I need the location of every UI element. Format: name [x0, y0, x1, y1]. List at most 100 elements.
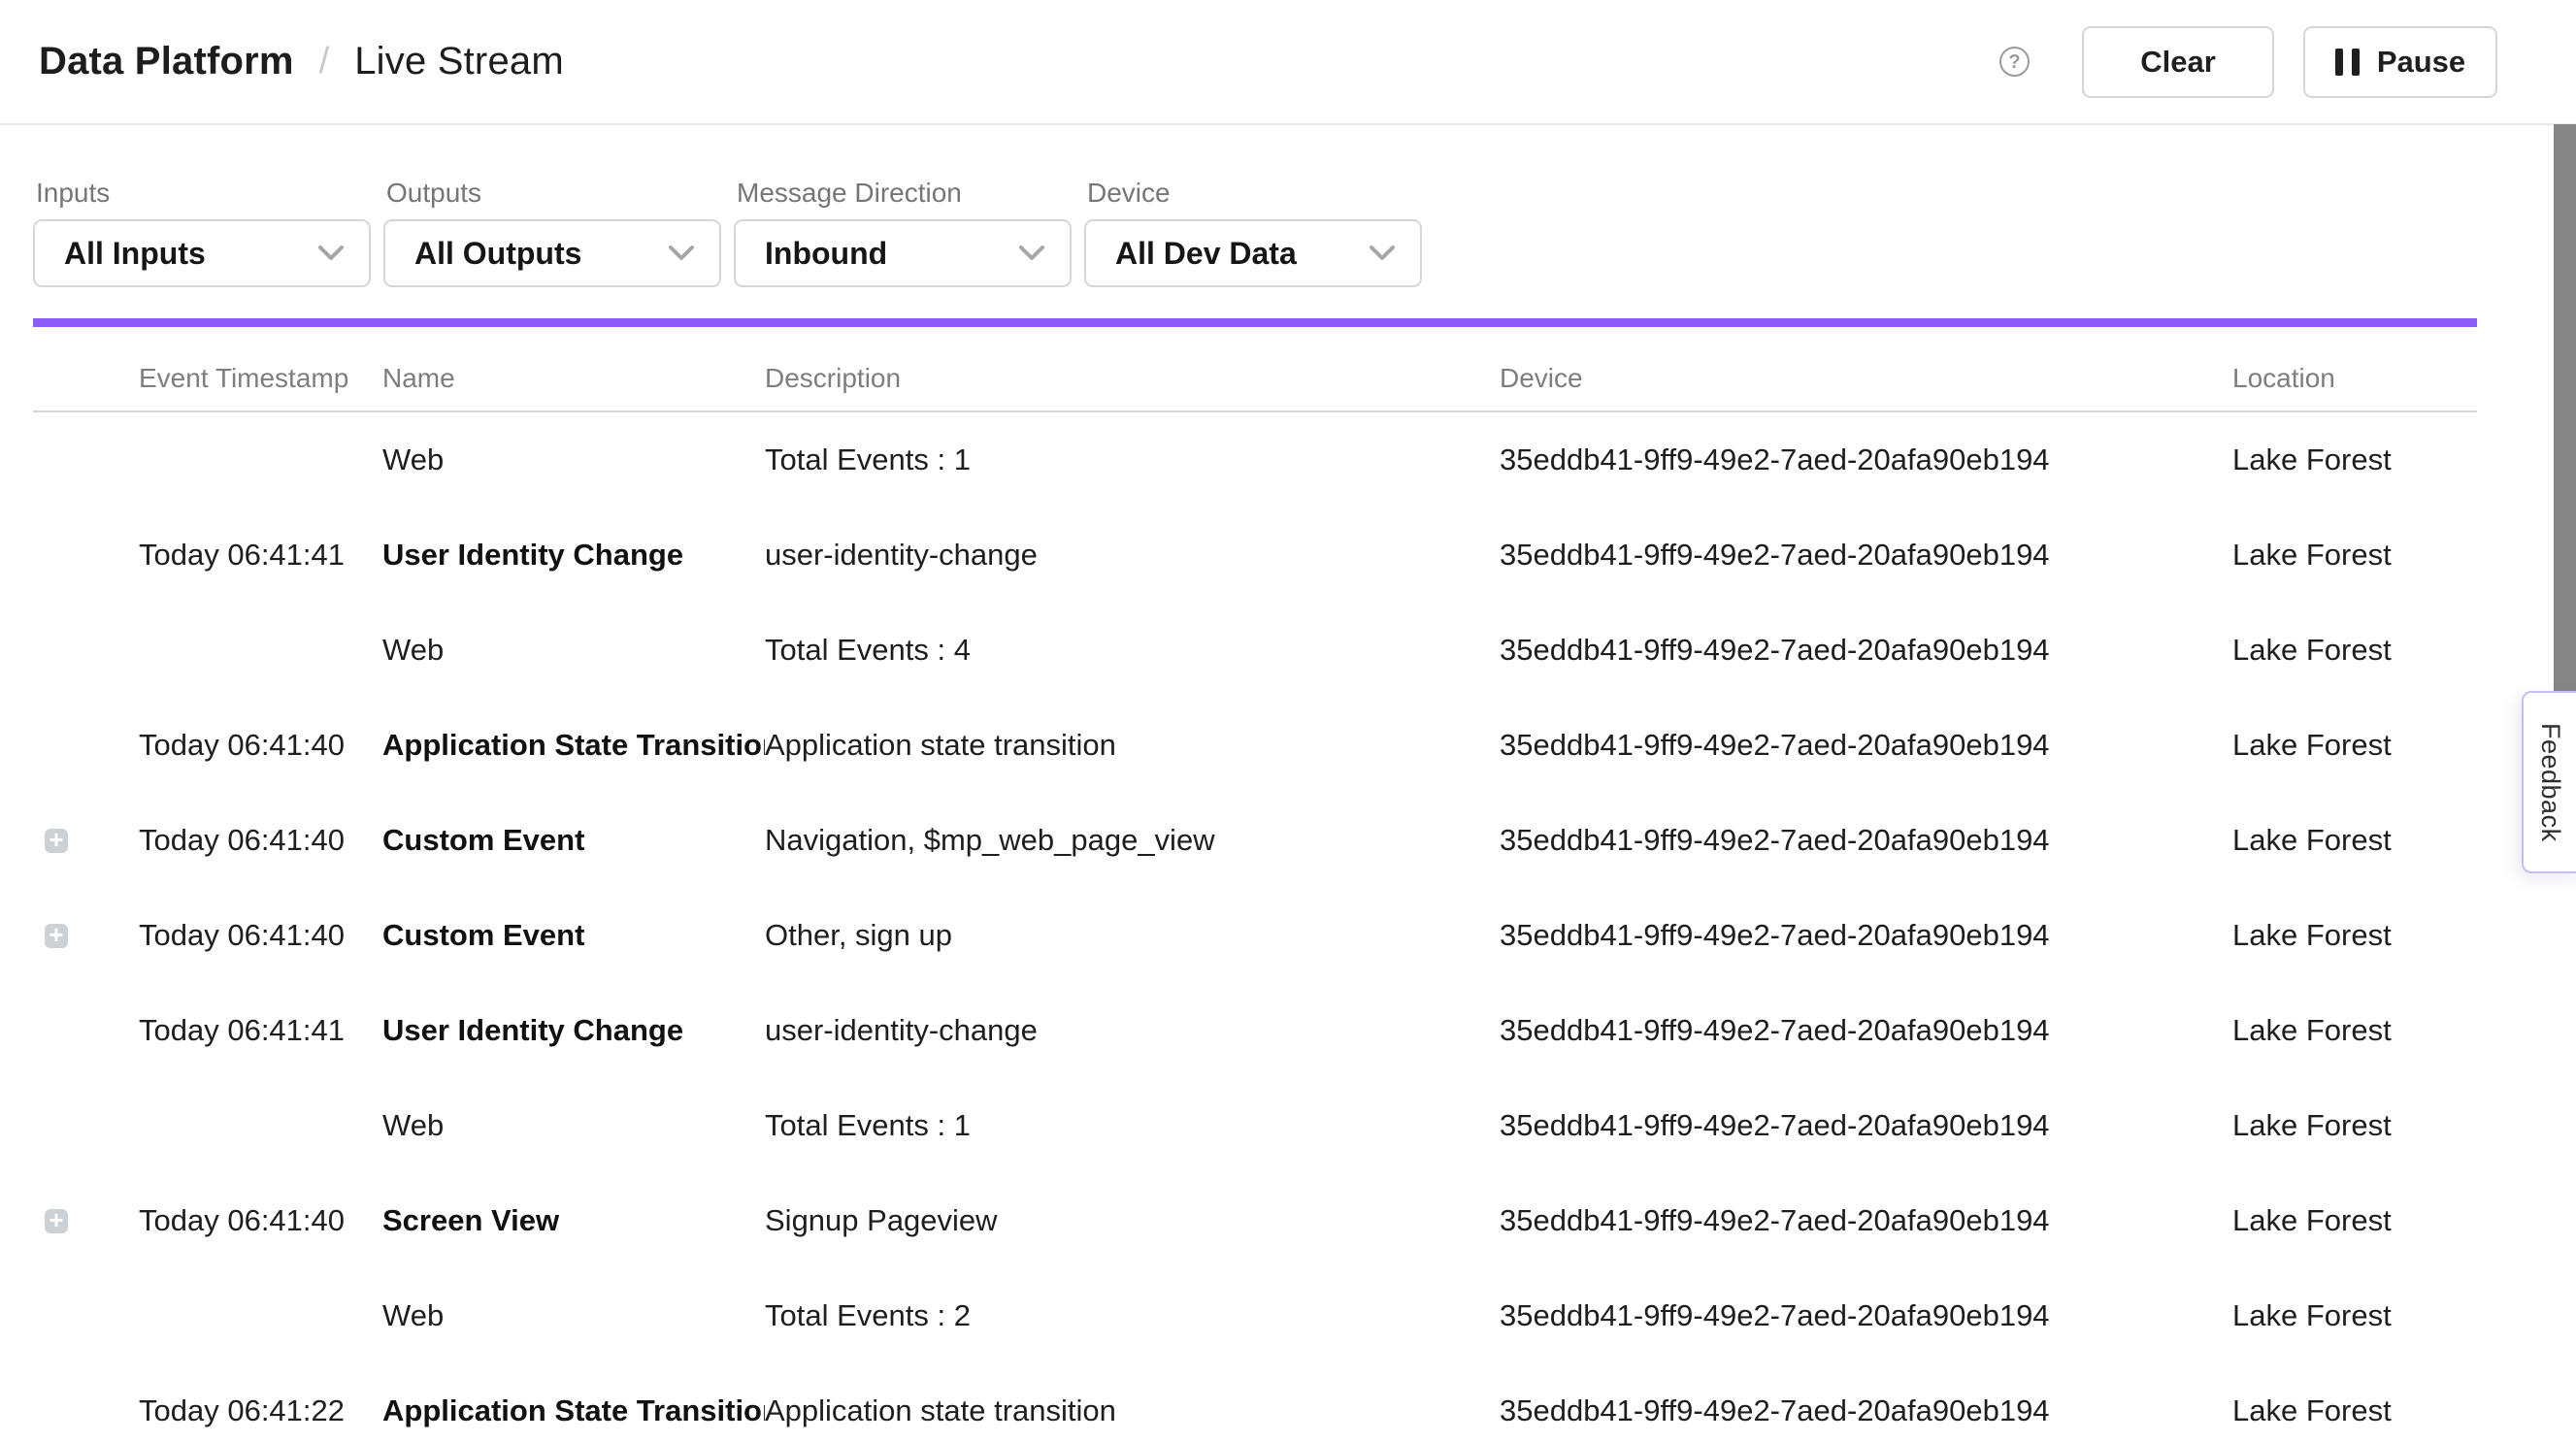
expand-plus-icon[interactable]: + [45, 829, 68, 853]
pause-icon [2335, 49, 2360, 76]
event-name: Custom Event [382, 823, 765, 858]
event-location: Lake Forest [2232, 823, 2477, 858]
device-dropdown-value: All Dev Data [1115, 236, 1297, 272]
event-location: Lake Forest [2232, 918, 2477, 953]
event-table: Event Timestamp Name Description Device … [33, 327, 2477, 1442]
expand-cell: + [33, 829, 139, 853]
event-name: Application State Transition [382, 1393, 765, 1428]
event-device: 35eddb41-9ff9-49e2-7aed-20afa90eb194 [1500, 538, 2232, 573]
expand-plus-icon[interactable]: + [45, 924, 68, 948]
event-location: Lake Forest [2232, 1108, 2477, 1143]
table-row[interactable]: Web Total Events : 1 35eddb41-9ff9-49e2-… [33, 1078, 2477, 1173]
stream-accent-bar [33, 318, 2477, 327]
outputs-dropdown[interactable]: All Outputs [383, 219, 721, 287]
event-location: Lake Forest [2232, 1393, 2477, 1428]
event-timestamp: Today 06:41:40 [139, 918, 382, 953]
event-location: Lake Forest [2232, 1298, 2477, 1333]
event-name: Application State Transition [382, 728, 765, 763]
column-device: Device [1500, 363, 2232, 394]
event-name: Screen View [382, 1203, 765, 1238]
live-stream-page: Data Platform / Live Stream ? Clear Paus… [0, 0, 2576, 1442]
message-direction-dropdown-value: Inbound [765, 236, 887, 272]
message-direction-label: Message Direction [734, 178, 1072, 209]
expand-cell: + [33, 924, 139, 948]
event-timestamp: Today 06:41:40 [139, 823, 382, 858]
table-row[interactable]: Today 06:41:40 Application State Transit… [33, 698, 2477, 793]
event-device: 35eddb41-9ff9-49e2-7aed-20afa90eb194 [1500, 1298, 2232, 1333]
expand-cell: + [33, 1209, 139, 1233]
pause-button-label: Pause [2377, 45, 2465, 80]
filter-bar: Inputs All Inputs Outputs All Outputs Me… [0, 125, 2576, 287]
app-header: Data Platform / Live Stream ? Clear Paus… [0, 0, 2576, 125]
event-location: Lake Forest [2232, 633, 2477, 668]
filter-device: Device All Dev Data [1084, 178, 1422, 287]
device-label: Device [1084, 178, 1422, 209]
table-row[interactable]: Web Total Events : 2 35eddb41-9ff9-49e2-… [33, 1268, 2477, 1363]
event-name: User Identity Change [382, 538, 765, 573]
table-row[interactable]: Web Total Events : 1 35eddb41-9ff9-49e2-… [33, 412, 2477, 508]
inputs-dropdown[interactable]: All Inputs [33, 219, 371, 287]
table-row[interactable]: Today 06:41:41 User Identity Change user… [33, 983, 2477, 1078]
table-row[interactable]: Today 06:41:22 Application State Transit… [33, 1363, 2477, 1442]
event-description: Navigation, $mp_web_page_view [765, 823, 1500, 858]
breadcrumb-data-platform[interactable]: Data Platform [39, 40, 294, 83]
table-header-row: Event Timestamp Name Description Device … [33, 327, 2477, 412]
table-row[interactable]: + Today 06:41:40 Custom Event Navigation… [33, 793, 2477, 888]
clear-button[interactable]: Clear [2082, 26, 2274, 98]
vertical-scrollbar[interactable] [2554, 124, 2576, 723]
page-title: Live Stream [354, 40, 564, 83]
event-name: Custom Event [382, 918, 765, 953]
event-device: 35eddb41-9ff9-49e2-7aed-20afa90eb194 [1500, 1108, 2232, 1143]
feedback-tab[interactable]: Feedback [2522, 691, 2576, 873]
event-device: 35eddb41-9ff9-49e2-7aed-20afa90eb194 [1500, 728, 2232, 763]
column-location: Location [2232, 363, 2477, 394]
inputs-dropdown-value: All Inputs [64, 236, 206, 272]
event-description: user-identity-change [765, 1013, 1500, 1048]
event-location: Lake Forest [2232, 728, 2477, 763]
outputs-dropdown-value: All Outputs [414, 236, 581, 272]
chevron-down-icon [1370, 246, 1395, 261]
event-device: 35eddb41-9ff9-49e2-7aed-20afa90eb194 [1500, 633, 2232, 668]
message-direction-dropdown[interactable]: Inbound [734, 219, 1072, 287]
event-description: Total Events : 1 [765, 1108, 1500, 1143]
help-icon[interactable]: ? [1999, 47, 2030, 77]
chevron-down-icon [1019, 246, 1044, 261]
event-description: Total Events : 1 [765, 442, 1500, 477]
device-dropdown[interactable]: All Dev Data [1084, 219, 1422, 287]
inputs-label: Inputs [33, 178, 371, 209]
event-device: 35eddb41-9ff9-49e2-7aed-20afa90eb194 [1500, 918, 2232, 953]
outputs-label: Outputs [383, 178, 721, 209]
expand-plus-icon[interactable]: + [45, 1209, 68, 1233]
event-location: Lake Forest [2232, 1203, 2477, 1238]
table-row[interactable]: + Today 06:41:40 Screen View Signup Page… [33, 1173, 2477, 1268]
table-row[interactable]: + Today 06:41:40 Custom Event Other, sig… [33, 888, 2477, 983]
event-name: Web [382, 1108, 765, 1143]
breadcrumb: Data Platform / Live Stream [39, 40, 564, 83]
event-device: 35eddb41-9ff9-49e2-7aed-20afa90eb194 [1500, 1013, 2232, 1048]
table-row[interactable]: Web Total Events : 4 35eddb41-9ff9-49e2-… [33, 603, 2477, 698]
event-timestamp: Today 06:41:40 [139, 728, 382, 763]
event-device: 35eddb41-9ff9-49e2-7aed-20afa90eb194 [1500, 823, 2232, 858]
event-location: Lake Forest [2232, 1013, 2477, 1048]
chevron-down-icon [669, 246, 694, 261]
filter-outputs: Outputs All Outputs [383, 178, 721, 287]
event-timestamp: Today 06:41:41 [139, 1013, 382, 1048]
event-location: Lake Forest [2232, 442, 2477, 477]
event-device: 35eddb41-9ff9-49e2-7aed-20afa90eb194 [1500, 442, 2232, 477]
feedback-tab-label: Feedback [2535, 723, 2565, 842]
table-row[interactable]: Today 06:41:41 User Identity Change user… [33, 508, 2477, 603]
event-description: Total Events : 2 [765, 1298, 1500, 1333]
event-description: Total Events : 4 [765, 633, 1500, 668]
event-device: 35eddb41-9ff9-49e2-7aed-20afa90eb194 [1500, 1203, 2232, 1238]
column-description: Description [765, 363, 1500, 394]
event-device: 35eddb41-9ff9-49e2-7aed-20afa90eb194 [1500, 1393, 2232, 1428]
pause-button[interactable]: Pause [2303, 26, 2497, 98]
event-timestamp: Today 06:41:22 [139, 1393, 382, 1428]
event-timestamp: Today 06:41:40 [139, 1203, 382, 1238]
column-event-timestamp: Event Timestamp [139, 363, 382, 394]
event-description: Other, sign up [765, 918, 1500, 953]
filter-inputs: Inputs All Inputs [33, 178, 371, 287]
event-description: Signup Pageview [765, 1203, 1500, 1238]
header-actions: ? Clear Pause [1999, 26, 2497, 98]
event-description: Application state transition [765, 1393, 1500, 1428]
